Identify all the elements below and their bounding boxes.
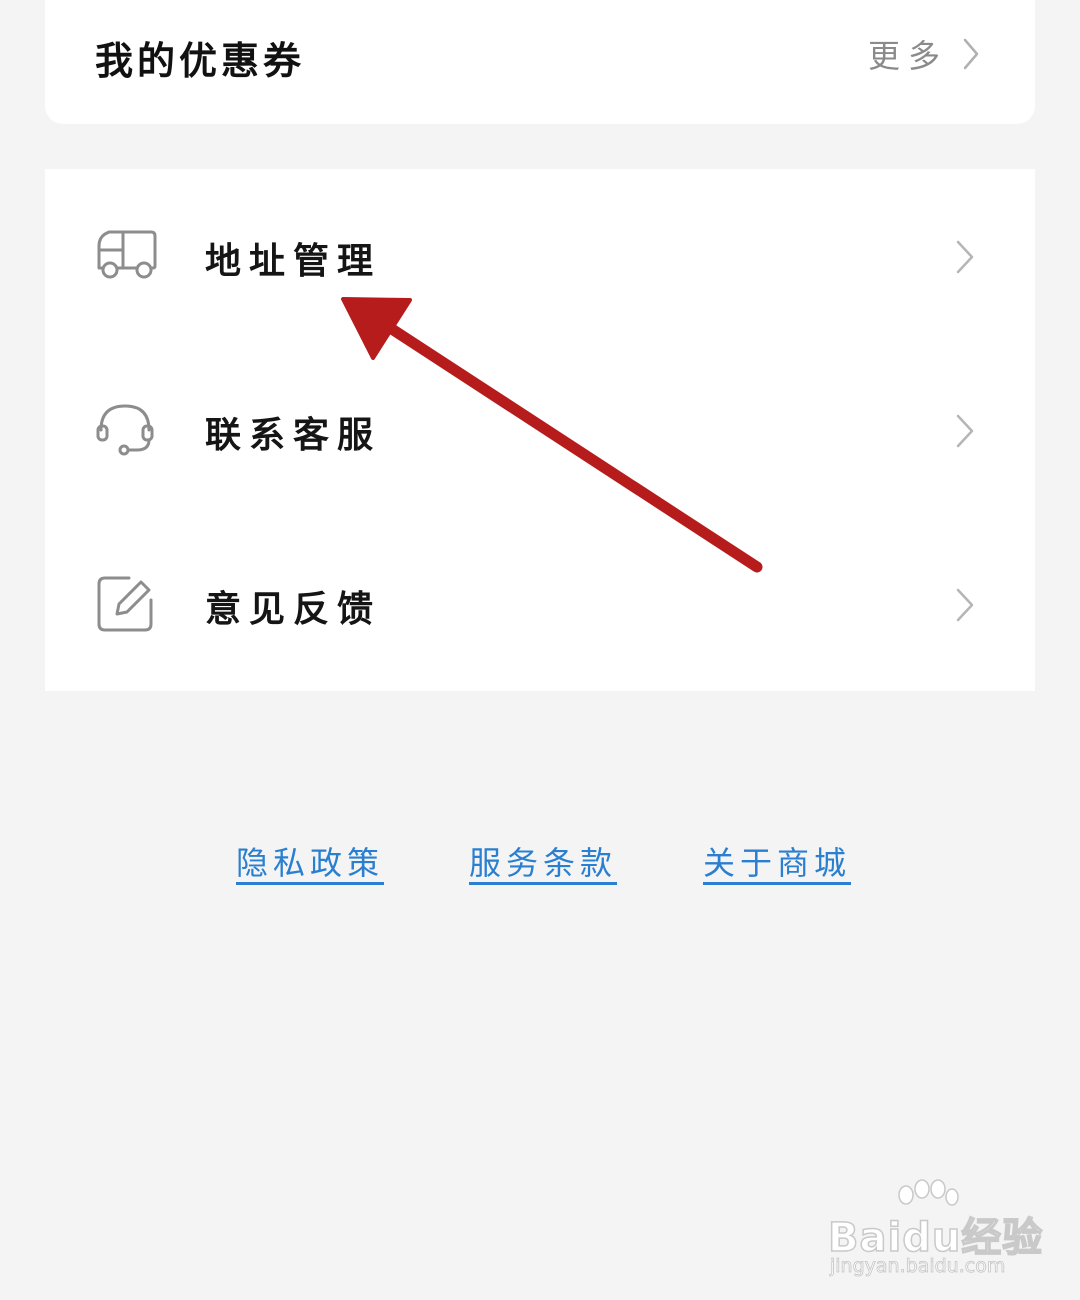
chevron-right-icon — [956, 240, 974, 274]
menu-item-label: 联系客服 — [205, 415, 382, 456]
edit-icon — [97, 576, 153, 632]
privacy-policy-link[interactable]: 隐私政策 — [236, 838, 384, 884]
headset-icon — [96, 404, 154, 456]
coupons-card: 我的优惠券 更多 — [45, 0, 1035, 124]
watermark-logo: Baidu经验 — [827, 1214, 1044, 1262]
coupons-more-link[interactable]: 更多 — [868, 32, 980, 76]
chevron-right-icon — [963, 38, 979, 70]
menu-item-address[interactable]: 地址管理 — [45, 169, 1035, 343]
paw-logo-icon — [898, 1179, 959, 1206]
chevron-right-icon — [956, 414, 974, 448]
baidu-watermark: Baidu经验 jingyan.baidu.com — [827, 1179, 1043, 1285]
footer-links: 隐私政策 服务条款 关于商城 — [0, 838, 1080, 888]
menu-item-customer-service[interactable]: 联系客服 — [45, 343, 1035, 517]
terms-of-service-link[interactable]: 服务条款 — [469, 838, 617, 884]
watermark-url: jingyan.baidu.com — [830, 1255, 1006, 1278]
menu-item-label: 意见反馈 — [205, 589, 382, 630]
truck-icon — [97, 230, 157, 279]
coupons-title: 我的优惠券 — [95, 39, 306, 83]
menu-item-feedback[interactable]: 意见反馈 — [45, 517, 1035, 691]
about-store-link[interactable]: 关于商城 — [703, 838, 851, 884]
chevron-right-icon — [956, 588, 974, 622]
menu-item-label: 地址管理 — [205, 241, 382, 282]
menu-card: 地址管理 联系客服 意见反馈 — [45, 169, 1035, 691]
more-label: 更多 — [867, 37, 948, 75]
